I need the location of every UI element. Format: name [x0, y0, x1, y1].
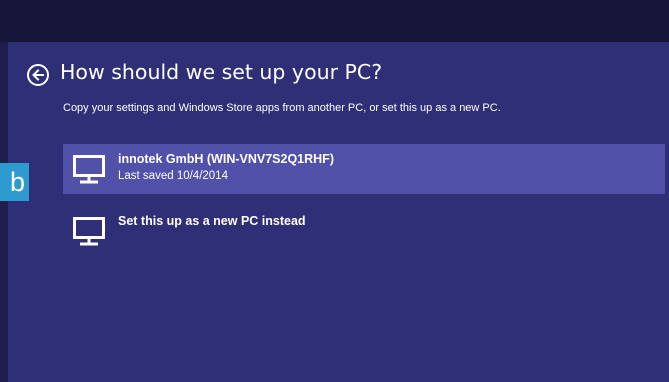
- left-edge-strip: [0, 42, 8, 382]
- option-title: Set this up as a new PC instead: [118, 214, 306, 228]
- option-title: innotek GmbH (WIN-VNV7S2Q1RHF): [118, 152, 334, 166]
- pc-monitor-icon: [73, 155, 105, 184]
- pc-monitor-icon: [73, 217, 105, 246]
- option-subtitle: Last saved 10/4/2014: [118, 170, 228, 182]
- back-arrow-icon: [32, 69, 44, 81]
- top-bar: [0, 0, 669, 42]
- option-copy-from-pc[interactable]: innotek GmbH (WIN-VNV7S2Q1RHF) Last save…: [63, 144, 665, 194]
- page-title: How should we set up your PC?: [60, 60, 383, 84]
- option-new-pc[interactable]: Set this up as a new PC instead: [63, 206, 665, 256]
- back-button[interactable]: [27, 64, 49, 86]
- page-subtitle: Copy your settings and Windows Store app…: [63, 102, 501, 114]
- step-label-badge: b: [0, 163, 29, 201]
